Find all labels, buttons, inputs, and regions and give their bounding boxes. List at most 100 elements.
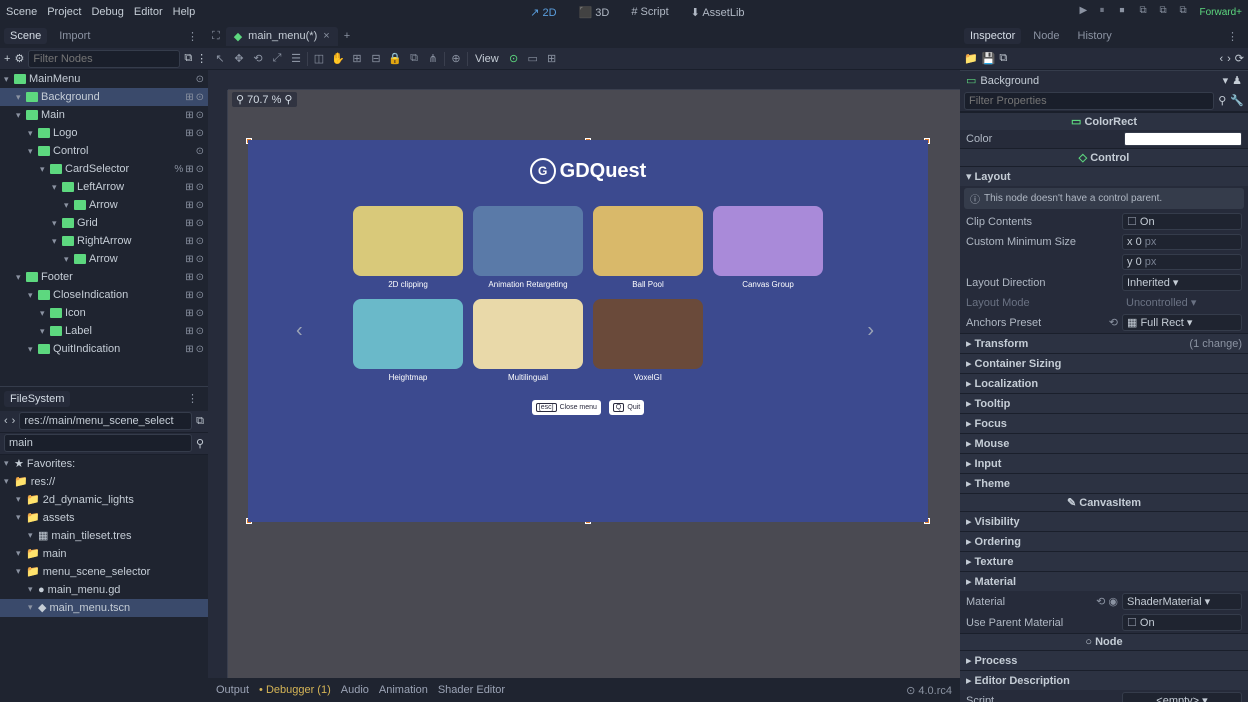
tree-node[interactable]: ▾Arrow⊞⊙ <box>0 196 208 214</box>
fs-item[interactable]: ▾★Favorites: <box>0 455 208 473</box>
pan-tool-icon[interactable]: ✋ <box>330 51 346 67</box>
section-theme[interactable]: ▸ Theme <box>960 473 1248 493</box>
section-mouse[interactable]: ▸ Mouse <box>960 433 1248 453</box>
demo-card[interactable]: Heightmap <box>353 299 463 382</box>
menu-debug[interactable]: Debug <box>91 6 123 18</box>
demo-card[interactable]: Ball Pool <box>593 206 703 289</box>
section-transform[interactable]: ▸ Transform(1 change) <box>960 333 1248 353</box>
section-focus[interactable]: ▸ Focus <box>960 413 1248 433</box>
filter-nodes-input[interactable] <box>28 50 180 68</box>
menu-project[interactable]: Project <box>47 6 81 18</box>
prop-material-value[interactable]: ShaderMaterial ▾ <box>1122 593 1242 610</box>
tree-opt-icon[interactable]: ⧉ <box>184 52 192 65</box>
fs-item[interactable]: ▾▦main_tileset.tres <box>0 527 208 545</box>
new-tab-icon[interactable]: + <box>344 30 350 42</box>
insp-open-icon[interactable]: 📁 <box>964 52 978 65</box>
prop-clip-value[interactable]: ☐ On <box>1122 213 1242 230</box>
tree-node[interactable]: ▾Footer⊞⊙ <box>0 268 208 286</box>
fs-item[interactable]: ▾📁assets <box>0 509 208 527</box>
preview-icon[interactable]: ⊙ <box>506 51 522 67</box>
demo-card[interactable]: VoxelGI <box>593 299 703 382</box>
workspace-assetlib[interactable]: ⬇ AssetLib <box>685 4 751 21</box>
filter-opt-icon[interactable]: ⚲ <box>1218 94 1226 107</box>
lock-icon[interactable]: 🔒 <box>387 51 403 67</box>
insp-dock-icon[interactable]: ⋮ <box>1221 28 1244 45</box>
color-picker-button[interactable] <box>1124 132 1242 146</box>
filter-properties-input[interactable] <box>964 92 1214 110</box>
prop-dir-value[interactable]: Inherited ▾ <box>1122 274 1242 291</box>
anchor-icon[interactable]: ⊕ <box>448 51 464 67</box>
tab-import[interactable]: Import <box>53 28 96 44</box>
dock-options-icon[interactable]: ⋮ <box>181 28 204 45</box>
demo-card[interactable]: Canvas Group <box>713 206 823 289</box>
fs-search-input[interactable] <box>4 434 192 452</box>
prop-script-value[interactable]: <empty> ▾ <box>1122 692 1242 702</box>
list-tool-icon[interactable]: ☰ <box>288 51 304 67</box>
section-layout[interactable]: ▾ Layout <box>960 166 1248 186</box>
section-ordering[interactable]: ▸ Ordering <box>960 531 1248 551</box>
node-menu-icon[interactable]: ▾ <box>1223 74 1229 87</box>
prop-parentmat-value[interactable]: ☐ On <box>1122 614 1242 631</box>
close-tab-icon[interactable]: × <box>323 30 329 42</box>
fs-dock-icon[interactable]: ⋮ <box>181 390 204 407</box>
snap2-icon[interactable]: ⊟ <box>368 51 384 67</box>
menu-help[interactable]: Help <box>173 6 196 18</box>
ruler-tool-icon[interactable]: ◫ <box>311 51 327 67</box>
fs-search-icon[interactable]: ⚲ <box>196 437 204 450</box>
grid-icon[interactable]: ⊞ <box>544 51 560 67</box>
tree-node[interactable]: ▾Grid⊞⊙ <box>0 214 208 232</box>
demo-card[interactable]: Animation Retargeting <box>473 206 583 289</box>
play-icon[interactable]: ▶ <box>1079 5 1093 19</box>
bottom-tab[interactable]: Animation <box>379 684 428 696</box>
play-scene-icon[interactable]: ⧉ <box>1139 5 1153 19</box>
insp-copy-icon[interactable]: ⧉ <box>999 52 1007 65</box>
section-process[interactable]: ▸ Process <box>960 650 1248 670</box>
tree-node[interactable]: ▾Main⊞⊙ <box>0 106 208 124</box>
movie-icon[interactable]: ⧉ <box>1179 5 1193 19</box>
demo-card[interactable]: Multilingual <box>473 299 583 382</box>
view-button[interactable]: View <box>471 53 503 65</box>
tree-opt2-icon[interactable]: ⋮ <box>196 52 207 65</box>
fs-fwd-icon[interactable]: › <box>12 415 16 427</box>
class-header-colorrect[interactable]: ▭ ColorRect <box>960 112 1248 130</box>
prop-anchors-value[interactable]: ▦ Full Rect ▾ <box>1122 314 1242 331</box>
section-tooltip[interactable]: ▸ Tooltip <box>960 393 1248 413</box>
fs-item[interactable]: ▾📁main <box>0 545 208 563</box>
scale-tool-icon[interactable]: ⤢ <box>269 51 285 67</box>
fs-item[interactable]: ▾●main_menu.gd <box>0 581 208 599</box>
tree-node[interactable]: ▾Arrow⊞⊙ <box>0 250 208 268</box>
right-arrow-button[interactable]: › <box>867 320 874 343</box>
link-icon[interactable]: ⚙ <box>14 52 24 65</box>
menu-editor[interactable]: Editor <box>134 6 163 18</box>
tab-inspector[interactable]: Inspector <box>964 28 1021 44</box>
node-unique-icon[interactable]: ♟ <box>1232 74 1242 87</box>
tree-node[interactable]: ▾MainMenu⊙ <box>0 70 208 88</box>
prop-minsize-y[interactable]: y 0 px <box>1122 254 1242 270</box>
bottom-tab[interactable]: Audio <box>341 684 369 696</box>
prop-minsize-x[interactable]: x 0 px <box>1122 234 1242 250</box>
tree-node[interactable]: ▾QuitIndication⊞⊙ <box>0 340 208 358</box>
group-icon[interactable]: ⧉ <box>406 51 422 67</box>
tab-history[interactable]: History <box>1072 28 1118 44</box>
fs-path-input[interactable] <box>19 412 192 430</box>
tab-filesystem[interactable]: FileSystem <box>4 391 70 407</box>
tree-node[interactable]: ▾CloseIndication⊞⊙ <box>0 286 208 304</box>
tree-node[interactable]: ▾Logo⊞⊙ <box>0 124 208 142</box>
play-custom-icon[interactable]: ⧉ <box>1159 5 1173 19</box>
class-header-control[interactable]: ◇ Control <box>960 148 1248 166</box>
select-tool-icon[interactable]: ↖ <box>212 51 228 67</box>
tree-node[interactable]: ▾LeftArrow⊞⊙ <box>0 178 208 196</box>
section-material[interactable]: ▸ Material <box>960 571 1248 591</box>
cam-icon[interactable]: ▭ <box>525 51 541 67</box>
fs-back-icon[interactable]: ‹ <box>4 415 8 427</box>
insp-save-icon[interactable]: 💾 <box>982 52 996 65</box>
class-header-node[interactable]: ○ Node <box>960 633 1248 650</box>
snap-icon[interactable]: ⊞ <box>349 51 365 67</box>
workspace-2d[interactable]: ↗ 2D <box>524 4 562 21</box>
tree-node[interactable]: ▾Icon⊞⊙ <box>0 304 208 322</box>
tree-node[interactable]: ▾CardSelector%⊞⊙ <box>0 160 208 178</box>
add-node-icon[interactable]: + <box>4 53 10 65</box>
class-header-canvasitem[interactable]: ✎ CanvasItem <box>960 493 1248 511</box>
insp-hist-icon[interactable]: ⟳ <box>1235 52 1244 65</box>
section-visibility[interactable]: ▸ Visibility <box>960 511 1248 531</box>
